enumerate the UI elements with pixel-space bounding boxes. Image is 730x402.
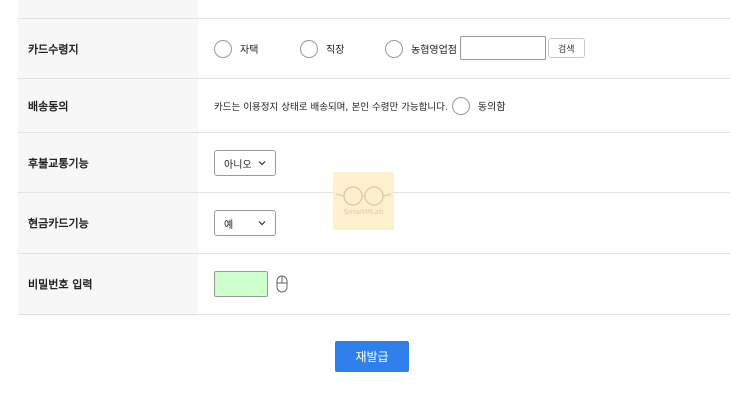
radio-branch[interactable] <box>385 39 403 58</box>
chevron-down-icon <box>258 161 266 166</box>
radio-consent-label: 동의함 <box>477 102 506 113</box>
cash-card-function-select[interactable]: 예 <box>214 210 276 236</box>
radio-work[interactable] <box>300 39 318 58</box>
delivery-notice-text: 카드는 이용정지 상태로 배송되며, 본인 수령만 가능합니다. <box>214 101 448 113</box>
form-row-password: 비밀번호 입력 <box>18 254 730 315</box>
radio-branch-label: 농협영업점 <box>411 45 457 56</box>
cash-card-function-label: 현금카드기능 <box>28 217 89 230</box>
transit-function-value: 아니오 <box>224 159 252 171</box>
card-reissue-form: 카드수령지 자택 직장 농협영업점 검색 배송동의 카드는 이용정지 상태로 배… <box>18 0 730 315</box>
branch-search-button[interactable]: 검색 <box>548 38 585 58</box>
branch-input[interactable] <box>460 36 546 60</box>
watermark-text: SmartMLab <box>343 208 384 216</box>
mouse-icon[interactable] <box>276 275 288 293</box>
password-input[interactable] <box>214 271 268 297</box>
label-cell-card-receipt: 카드수령지 <box>18 19 198 78</box>
chevron-down-icon <box>258 221 266 226</box>
radio-option-branch[interactable]: 농협영업점 <box>385 39 457 58</box>
delivery-consent-group: 카드는 이용정지 상태로 배송되며, 본인 수령만 가능합니다. 동의함 <box>214 96 506 115</box>
label-cell-delivery-consent: 배송동의 <box>18 79 198 132</box>
radio-option-home[interactable]: 자택 <box>214 39 259 58</box>
label-cell-cash-card-function: 현금카드기능 <box>18 193 198 253</box>
transit-function-label: 후불교통기능 <box>28 156 89 170</box>
radio-consent[interactable] <box>451 96 470 115</box>
cash-card-function-value: 예 <box>224 219 234 231</box>
radio-home-label: 자택 <box>240 45 259 56</box>
form-row-delivery-consent: 배송동의 카드는 이용정지 상태로 배송되며, 본인 수령만 가능합니다. 동의… <box>18 79 730 133</box>
form-row-top <box>18 0 730 19</box>
radio-option-work[interactable]: 직장 <box>300 39 345 58</box>
label-cell-transit-function: 후불교통기능 <box>18 133 198 192</box>
form-row-card-receipt: 카드수령지 자택 직장 농협영업점 검색 <box>18 19 730 79</box>
transit-function-select[interactable]: 아니오 <box>214 150 276 176</box>
card-receipt-label: 카드수령지 <box>28 42 79 56</box>
radio-home[interactable] <box>214 39 232 58</box>
label-cell-password: 비밀번호 입력 <box>18 254 198 314</box>
password-label: 비밀번호 입력 <box>28 278 93 291</box>
label-cell-empty <box>18 0 198 18</box>
watermark: SmartMLab <box>333 172 394 230</box>
delivery-consent-label: 배송동의 <box>28 99 69 113</box>
reissue-button[interactable]: 재발급 <box>335 341 409 372</box>
radio-work-label: 직장 <box>326 45 345 56</box>
